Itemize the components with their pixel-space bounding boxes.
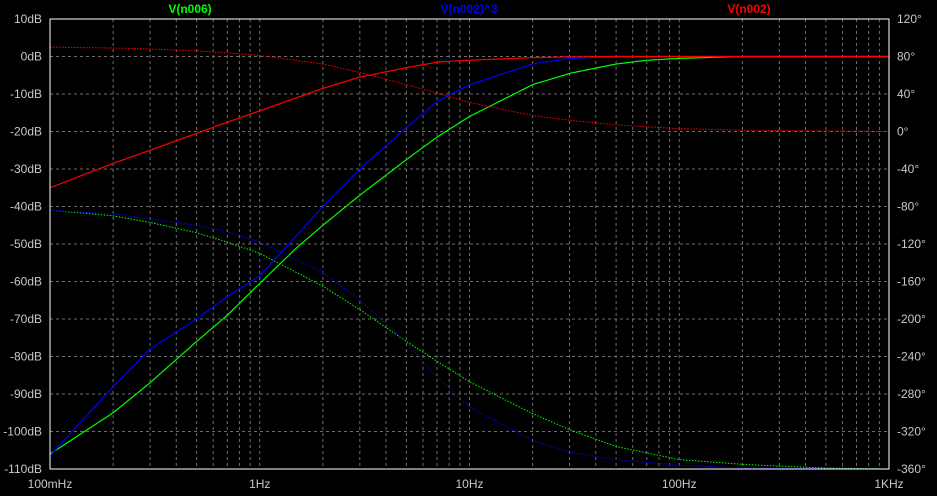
legend-entry: V(n002) — [727, 2, 770, 16]
y-left-tick-label: -80dB — [10, 350, 42, 364]
y-right-tick-label: -200° — [897, 312, 926, 326]
y-right-tick-label: -120° — [897, 237, 926, 251]
grid — [50, 19, 889, 469]
legend-entry: V(n002)^3 — [440, 2, 497, 16]
y-right-tick-label: 0° — [897, 125, 909, 139]
y-left-tick-label: -10dB — [10, 87, 42, 101]
y-right-tick-label: 80° — [897, 50, 915, 64]
y-right-tick-label: -40° — [897, 162, 919, 176]
y-right-tick-label: 120° — [897, 12, 922, 26]
y-left-tick-label: -40dB — [10, 200, 42, 214]
y-right-tick-label: 40° — [897, 87, 915, 101]
x-tick-label: 10Hz — [455, 477, 483, 491]
x-tick-label: 1KHz — [874, 477, 903, 491]
y-left-tick-label: -100dB — [3, 425, 42, 439]
y-right-tick-label: -280° — [897, 387, 926, 401]
y-right-tick-label: -360° — [897, 462, 926, 476]
y-left-tick-label: -60dB — [10, 275, 42, 289]
tick-labels: 100mHz 1Hz 10Hz 100Hz 1KHz 10dB 0dB -10dB -20dB -… — [3, 12, 926, 491]
y-right-tick-label: -320° — [897, 425, 926, 439]
y-left-tick-label: -30dB — [10, 162, 42, 176]
x-tick-label: 100mHz — [28, 477, 73, 491]
y-right-tick-label: -240° — [897, 350, 926, 364]
x-tick-label: 1Hz — [249, 477, 270, 491]
bode-plot: 100mHz 1Hz 10Hz 100Hz 1KHz 10dB 0dB -10dB -20dB -… — [3, 2, 926, 491]
y-right-tick-label: -80° — [897, 200, 919, 214]
y-left-tick-label: 0dB — [21, 50, 42, 64]
y-left-tick-label: -110dB — [4, 462, 42, 476]
legend-entry: V(n006) — [168, 2, 211, 16]
y-left-tick-label: -70dB — [10, 312, 42, 326]
y-left-tick-label: -90dB — [10, 387, 42, 401]
legend: V(n006) V(n002)^3 V(n002) — [168, 2, 770, 16]
y-right-tick-label: -160° — [897, 275, 926, 289]
y-left-tick-label: -20dB — [10, 125, 42, 139]
x-tick-label: 100Hz — [662, 477, 697, 491]
y-left-tick-label: 10dB — [14, 12, 42, 26]
y-left-tick-label: -50dB — [10, 237, 42, 251]
